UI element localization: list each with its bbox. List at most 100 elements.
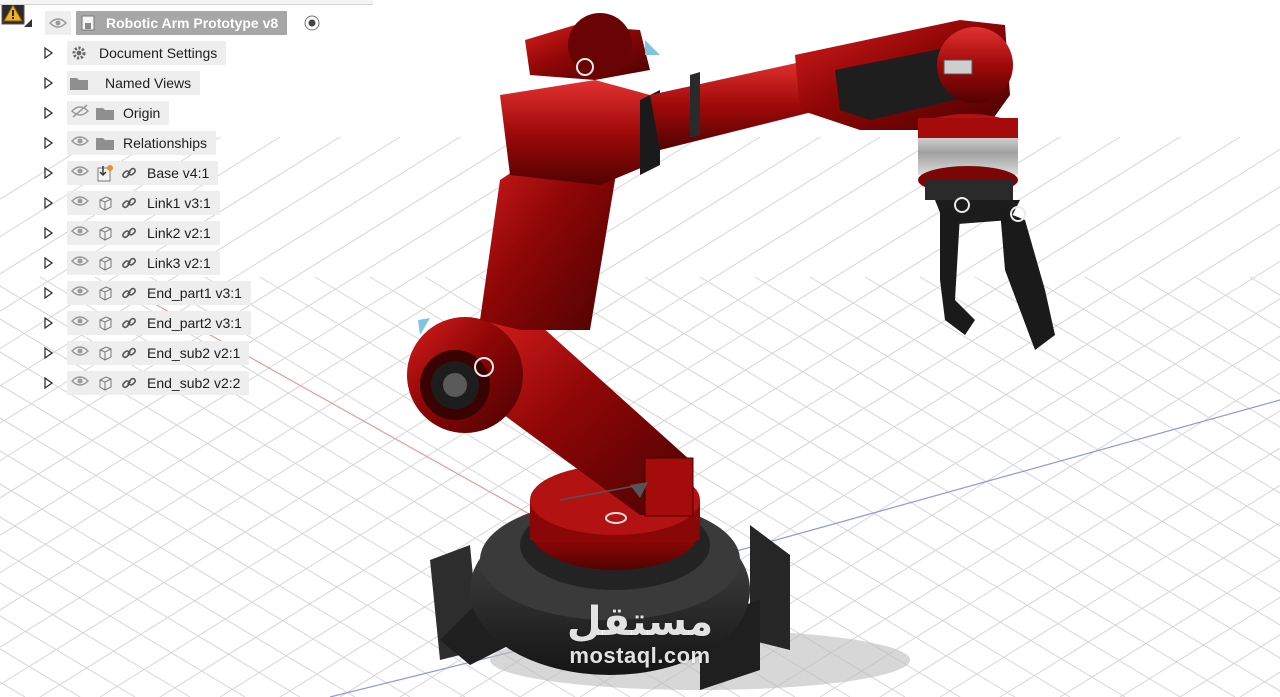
grid-line: [819, 410, 1280, 697]
browser-item-label: Link2 v2:1: [147, 225, 211, 241]
grounded-component-icon: [93, 161, 117, 185]
eye-icon: [70, 314, 90, 332]
browser-item-relationships[interactable]: Relationships: [67, 131, 217, 155]
browser-item-label: Link1 v3:1: [147, 195, 211, 211]
root-component-pill[interactable]: Robotic Arm Prototype v8: [76, 11, 288, 35]
expand-toggle[interactable]: [41, 46, 55, 60]
visibility-toggle[interactable]: [67, 161, 93, 185]
collapse-root-toggle[interactable]: [21, 16, 35, 30]
expand-toggle[interactable]: [41, 226, 55, 240]
triangle-right-icon: [43, 167, 53, 179]
browser-item-label: Named Views: [105, 75, 192, 91]
eye-icon: [49, 18, 67, 28]
browser-item-label: Link3 v2:1: [147, 255, 211, 271]
triangle-down-icon: [24, 19, 32, 27]
visibility-toggle[interactable]: [67, 101, 93, 125]
browser-item-link3-v2-1[interactable]: Link3 v2:1: [67, 251, 220, 275]
visibility-toggle[interactable]: [45, 11, 71, 35]
visibility-toggle[interactable]: [67, 191, 93, 215]
browser-item-named-views[interactable]: Named Views: [67, 71, 201, 95]
link-icon: [117, 221, 141, 245]
root-row[interactable]: [45, 11, 71, 35]
grid-line: [754, 276, 1280, 593]
activate-radio[interactable]: [303, 14, 321, 32]
component-icon: [93, 191, 117, 215]
expand-toggle[interactable]: [41, 376, 55, 390]
link-icon: [117, 311, 141, 335]
expand-toggle[interactable]: [41, 136, 55, 150]
triangle-right-icon: [43, 47, 53, 59]
grid-line: [0, 582, 191, 697]
triangle-right-icon: [43, 317, 53, 329]
grid-line: [0, 483, 356, 697]
eye-icon: [70, 284, 90, 302]
component-icon: [93, 341, 117, 365]
expand-toggle[interactable]: [41, 346, 55, 360]
grid-line: [1084, 276, 1280, 395]
visibility-toggle[interactable]: [67, 281, 93, 305]
browser-item-label: Document Settings: [99, 45, 218, 61]
eye-icon: [70, 254, 90, 272]
gear-icon: [67, 41, 91, 65]
link-icon: [117, 281, 141, 305]
link3-component: [795, 20, 1018, 200]
visibility-toggle[interactable]: [67, 251, 93, 275]
expand-toggle[interactable]: [41, 286, 55, 300]
browser-item-end-part2-v3-1[interactable]: End_part2 v3:1: [67, 311, 251, 335]
expand-toggle[interactable]: [41, 196, 55, 210]
browser-item-link2-v2-1[interactable]: Link2 v2:1: [67, 221, 220, 245]
grid-line: [1249, 276, 1280, 296]
visibility-toggle[interactable]: [67, 131, 93, 155]
component-icon: [93, 311, 117, 335]
rotate-handle: [645, 40, 660, 55]
link-icon: [117, 371, 141, 395]
eye-icon: [70, 194, 90, 212]
triangle-right-icon: [43, 287, 53, 299]
grid-line: [999, 522, 1280, 697]
browser-item-end-sub2-v2-1[interactable]: End_sub2 v2:1: [67, 341, 250, 365]
browser-item-label: Relationships: [123, 135, 208, 151]
triangle-right-icon: [43, 377, 53, 389]
component-icon: [93, 281, 117, 305]
eye-icon: [70, 134, 90, 152]
triangle-right-icon: [43, 137, 53, 149]
browser-item-base-v4-1[interactable]: Base v4:1: [67, 161, 219, 185]
grid-line: [0, 549, 246, 697]
grid-line: [1029, 276, 1280, 428]
triangle-right-icon: [43, 107, 53, 119]
eye-icon: [70, 224, 90, 242]
browser-item-end-sub2-v2-2[interactable]: End_sub2 v2:2: [67, 371, 250, 395]
watermark-arabic: مستقل: [566, 599, 714, 645]
triangle-right-icon: [43, 197, 53, 209]
eye-icon: [70, 374, 90, 392]
expand-toggle[interactable]: [41, 166, 55, 180]
visibility-toggle[interactable]: [67, 221, 93, 245]
browser-item-label: End_sub2 v2:2: [147, 375, 241, 391]
browser-item-label: Origin: [123, 105, 161, 121]
visibility-toggle[interactable]: [67, 341, 93, 365]
visibility-toggle[interactable]: [67, 371, 93, 395]
visibility-toggle[interactable]: [67, 311, 93, 335]
expand-toggle[interactable]: [41, 316, 55, 330]
browser-item-link1-v3-1[interactable]: Link1 v3:1: [67, 191, 220, 215]
watermark-latin: mostaql.com: [569, 643, 711, 668]
expand-toggle[interactable]: [41, 106, 55, 120]
triangle-right-icon: [43, 227, 53, 239]
triangle-right-icon: [43, 347, 53, 359]
component-icon: [93, 251, 117, 275]
link-icon: [117, 251, 141, 275]
expand-toggle[interactable]: [41, 256, 55, 270]
expand-toggle[interactable]: [41, 76, 55, 90]
browser-item-label: End_sub2 v2:1: [147, 345, 241, 361]
root-label: Robotic Arm Prototype v8: [106, 15, 279, 31]
component-icon: [93, 371, 117, 395]
component-icon: [93, 221, 117, 245]
grid-line: [1119, 596, 1280, 697]
browser-item-end-part1-v3-1[interactable]: End_part1 v3:1: [67, 281, 251, 305]
grid-line: [1059, 559, 1280, 697]
browser-top-edge: [0, 0, 373, 5]
link-icon: [117, 161, 141, 185]
browser-item-origin[interactable]: Origin: [67, 101, 170, 125]
grid-line: [1194, 276, 1280, 329]
browser-item-document-settings[interactable]: Document Settings: [67, 41, 227, 65]
